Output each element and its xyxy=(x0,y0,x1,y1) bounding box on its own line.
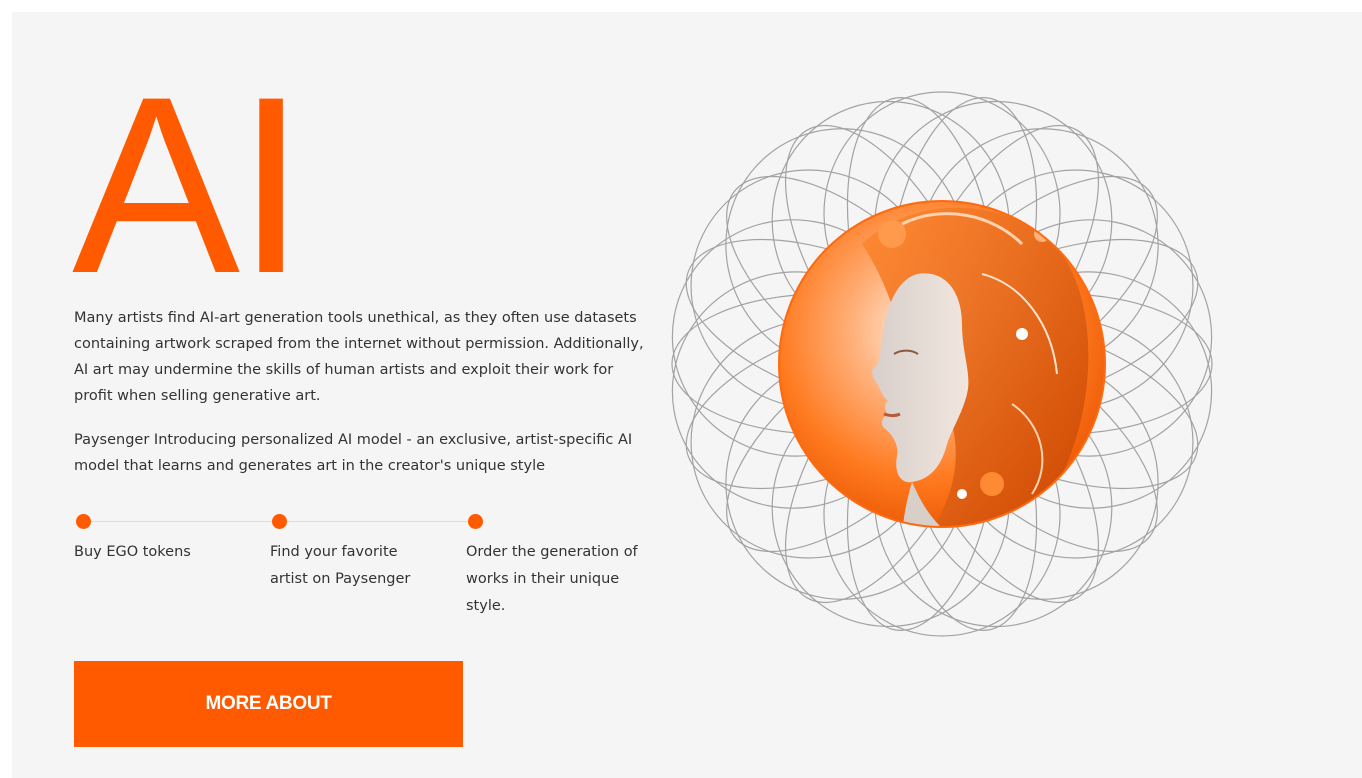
step-2-dot xyxy=(272,514,287,529)
paysenger-paragraph: Paysenger Introducing personalized AI mo… xyxy=(74,432,633,474)
page: AI Many artists find AI-art generation t… xyxy=(12,12,1362,778)
step-1-label: Buy EGO tokens xyxy=(74,544,191,560)
ai-portrait-svg xyxy=(671,91,1213,637)
more-about-button[interactable]: MORE ABOUT xyxy=(74,661,463,747)
portrait-disc xyxy=(778,200,1106,528)
ai-portrait-illustration xyxy=(662,84,1222,644)
step-1-dot xyxy=(76,514,91,529)
step-3-label: Order the generation of works in their u… xyxy=(466,544,638,614)
hero-title: AI xyxy=(72,45,306,326)
intro-paragraph: Many artists find AI-art generation tool… xyxy=(74,310,644,404)
step-2-label: Find your favorite artist on Paysenger xyxy=(270,544,411,587)
step-3-dot xyxy=(468,514,483,529)
